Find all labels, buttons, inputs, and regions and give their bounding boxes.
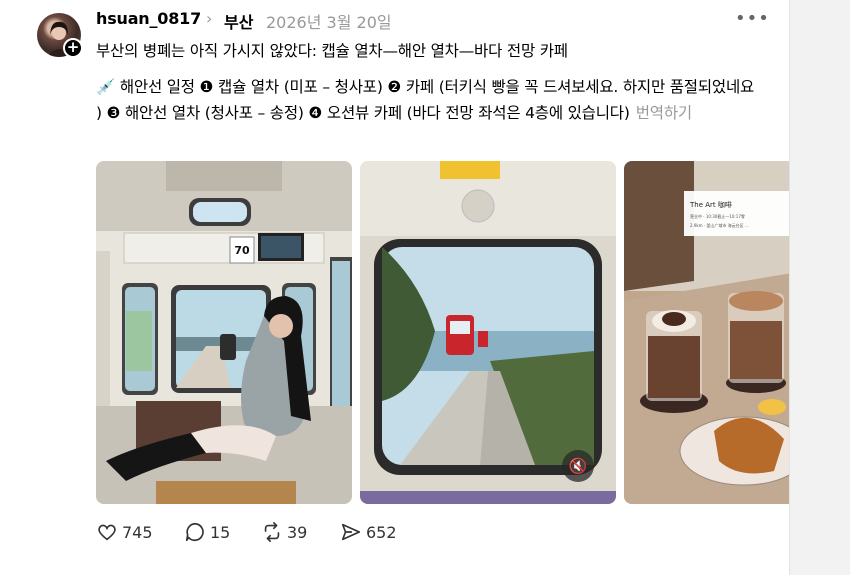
repost-icon — [264, 522, 280, 542]
repost-button[interactable]: 39 — [261, 520, 307, 544]
comment-count: 15 — [210, 522, 231, 542]
photo-coastal-train-view[interactable]: 🔇 — [360, 161, 616, 504]
username[interactable]: hsuan_0817 — [96, 9, 201, 28]
repost-count: 39 — [287, 522, 308, 542]
like-count: 745 — [122, 522, 153, 542]
cafe-distance: 2.9km · 釜山广域市 海云台区 ... — [690, 222, 749, 228]
thread-post: + hsuan_0817 › 부산 2026년 3월 20일 ••• 부산의 병… — [0, 0, 789, 575]
post-date[interactable]: 2026년 3월 20일 — [266, 9, 392, 33]
mute-icon[interactable]: 🔇 — [562, 450, 594, 482]
follow-plus-icon[interactable]: + — [63, 38, 83, 58]
heart-icon — [98, 524, 116, 541]
photo-cafe-drinks[interactable]: The Art 咖啡 营业中 · 10:30截止—10:17零 2.9km · … — [624, 161, 789, 504]
media-carousel[interactable]: 70 🔇 The Art 咖啡 营业中 · 10:30截止—10:17零 2.9… — [96, 161, 789, 504]
post-headline: 부산의 병폐는 아직 가시지 않았다: 캡슐 열차—해안 열차—바다 전망 카페 — [96, 42, 568, 60]
chevron-right-icon: › — [206, 9, 213, 28]
cafe-name: The Art 咖啡 — [689, 200, 732, 209]
topic-tag[interactable]: 부산 — [224, 9, 253, 33]
like-button[interactable]: 745 — [96, 520, 153, 544]
more-options-icon[interactable]: ••• — [735, 8, 770, 29]
send-icon — [341, 523, 361, 541]
sign-number: 70 — [234, 244, 250, 257]
share-count: 652 — [366, 522, 397, 542]
share-button[interactable]: 652 — [340, 520, 397, 544]
comment-icon — [185, 522, 204, 542]
cafe-hours: 营业中 · 10:30截止—10:17零 — [690, 213, 745, 219]
side-panel — [789, 0, 850, 575]
photo-capsule-train-interior[interactable]: 70 — [96, 161, 352, 504]
translate-link[interactable]: 번역하기 — [636, 104, 692, 122]
post-body: 💉 해안선 일정 ❶ 캡슐 열차 (미포 – 청사포) ❷ 카페 (터키식 빵을… — [96, 74, 756, 126]
comment-button[interactable]: 15 — [184, 520, 230, 544]
